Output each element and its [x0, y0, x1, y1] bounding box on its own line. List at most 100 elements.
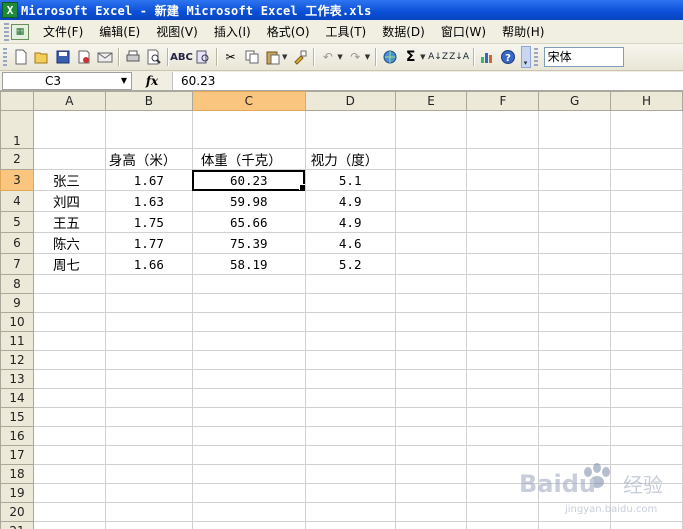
cut-icon[interactable]: ✂ — [221, 48, 240, 67]
cell[interactable] — [538, 232, 612, 254]
font-name-box[interactable]: 宋体 — [543, 47, 624, 67]
cell[interactable] — [394, 293, 468, 313]
cell[interactable] — [610, 232, 683, 254]
sort-ascending-icon[interactable]: A↓Z — [428, 48, 448, 67]
row-header-10[interactable]: 10 — [0, 312, 34, 332]
row-header-13[interactable]: 13 — [0, 369, 34, 389]
paste-icon[interactable] — [263, 48, 282, 67]
cell[interactable] — [304, 464, 396, 484]
cell[interactable] — [191, 274, 306, 294]
cell[interactable] — [32, 521, 106, 529]
cell[interactable] — [104, 426, 193, 446]
cell[interactable] — [610, 190, 683, 212]
column-header-f[interactable]: F — [466, 91, 540, 111]
row-header-12[interactable]: 12 — [0, 350, 34, 370]
cell[interactable] — [610, 483, 683, 503]
cell[interactable] — [538, 110, 612, 149]
cell[interactable] — [466, 445, 540, 465]
cell[interactable] — [394, 253, 468, 275]
cell[interactable] — [191, 464, 306, 484]
column-header-a[interactable]: A — [32, 91, 106, 111]
cell[interactable] — [610, 148, 683, 170]
cell[interactable] — [304, 293, 396, 313]
menu-help[interactable]: 帮助(H) — [494, 22, 552, 42]
redo-icon[interactable]: ↷ — [346, 48, 365, 67]
column-header-e[interactable]: E — [394, 91, 468, 111]
cell[interactable] — [32, 369, 106, 389]
print-preview-icon[interactable] — [144, 48, 163, 67]
email-icon[interactable] — [95, 48, 114, 67]
research-icon[interactable] — [193, 48, 212, 67]
cell[interactable] — [32, 274, 106, 294]
paste-dropdown-arrow[interactable]: ▼ — [282, 53, 287, 61]
row-header-14[interactable]: 14 — [0, 388, 34, 408]
cell[interactable] — [104, 521, 193, 529]
menu-edit[interactable]: 编辑(E) — [91, 22, 148, 42]
cell[interactable] — [104, 350, 193, 370]
cell-d3[interactable]: 5.1 — [304, 169, 396, 191]
menu-grip-handle[interactable] — [4, 22, 9, 41]
cell[interactable] — [538, 369, 612, 389]
column-header-g[interactable]: G — [538, 91, 612, 111]
chart-wizard-icon[interactable] — [478, 48, 497, 67]
cell[interactable] — [538, 388, 612, 408]
cell[interactable] — [538, 521, 612, 529]
cell[interactable] — [538, 350, 612, 370]
cell[interactable] — [466, 388, 540, 408]
cell-c4[interactable]: 59.98 — [191, 190, 306, 212]
cell-d4[interactable]: 4.9 — [304, 190, 396, 212]
menu-view[interactable]: 视图(V) — [148, 22, 206, 42]
cell-b6[interactable]: 1.77 — [104, 232, 193, 254]
cell[interactable] — [32, 293, 106, 313]
cell-d6[interactable]: 4.6 — [304, 232, 396, 254]
cell[interactable] — [466, 483, 540, 503]
cell[interactable] — [104, 293, 193, 313]
cell[interactable] — [32, 331, 106, 351]
cell[interactable] — [466, 148, 540, 170]
cell[interactable] — [610, 407, 683, 427]
row-header-16[interactable]: 16 — [0, 426, 34, 446]
cell[interactable] — [466, 426, 540, 446]
new-icon[interactable] — [11, 48, 30, 67]
row-header-15[interactable]: 15 — [0, 407, 34, 427]
cell[interactable] — [394, 148, 468, 170]
undo-icon[interactable]: ↶ — [318, 48, 337, 67]
spelling-icon[interactable]: ABC — [170, 48, 193, 67]
cell[interactable] — [394, 464, 468, 484]
cell[interactable] — [466, 169, 540, 191]
cell[interactable] — [394, 274, 468, 294]
row-header-20[interactable]: 20 — [0, 502, 34, 522]
cell[interactable] — [104, 388, 193, 408]
cell[interactable] — [610, 369, 683, 389]
cell[interactable] — [610, 464, 683, 484]
cell[interactable] — [191, 293, 306, 313]
cell[interactable] — [304, 350, 396, 370]
cell-c6[interactable]: 75.39 — [191, 232, 306, 254]
cell[interactable] — [191, 331, 306, 351]
cell-a3[interactable]: 张三 — [32, 169, 106, 191]
cell[interactable] — [32, 445, 106, 465]
cell-a7[interactable]: 周七 — [32, 253, 106, 275]
permission-icon[interactable] — [74, 48, 93, 67]
row-header-6[interactable]: 6 — [0, 232, 34, 254]
cell[interactable] — [191, 388, 306, 408]
row-header-7[interactable]: 7 — [0, 253, 34, 275]
menu-file[interactable]: 文件(F) — [35, 22, 91, 42]
help-icon[interactable]: ? — [499, 48, 518, 67]
cell[interactable] — [304, 445, 396, 465]
row-header-4[interactable]: 4 — [0, 190, 34, 212]
cell[interactable] — [610, 445, 683, 465]
cell[interactable] — [104, 274, 193, 294]
cell[interactable] — [32, 350, 106, 370]
cell[interactable] — [191, 407, 306, 427]
document-icon[interactable]: ▦ — [11, 23, 29, 40]
cell-c2[interactable]: 体重（千克） — [191, 148, 306, 170]
row-header-2[interactable]: 2 — [0, 148, 34, 170]
cell[interactable] — [466, 369, 540, 389]
cell-b5[interactable]: 1.75 — [104, 211, 193, 233]
cell[interactable] — [610, 211, 683, 233]
cell[interactable] — [466, 232, 540, 254]
cell[interactable] — [32, 464, 106, 484]
cell[interactable] — [466, 274, 540, 294]
cell[interactable] — [466, 464, 540, 484]
